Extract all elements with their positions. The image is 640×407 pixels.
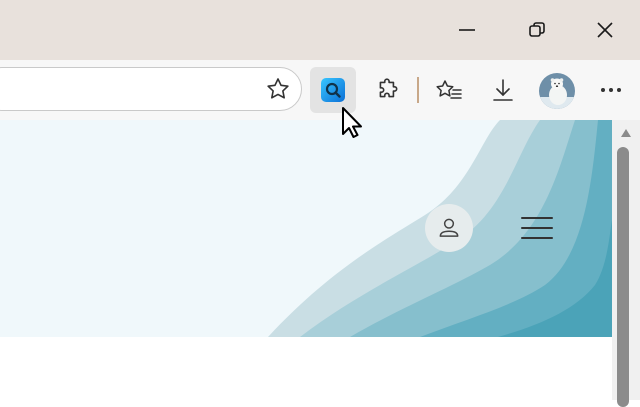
downloads-button[interactable]	[480, 67, 526, 113]
favorites-button[interactable]	[426, 67, 472, 113]
account-button[interactable]	[425, 204, 473, 252]
extensions-button[interactable]	[365, 67, 411, 113]
hamburger-menu-icon	[521, 217, 553, 239]
restore-icon	[529, 22, 545, 37]
polar-bear-avatar-icon	[539, 73, 575, 109]
account-icon	[439, 218, 459, 237]
scrollbar-thumb[interactable]	[617, 147, 629, 407]
scroll-up-button[interactable]	[618, 126, 634, 140]
browser-toolbar	[0, 60, 640, 120]
extensions-icon	[379, 78, 398, 98]
download-icon	[493, 79, 513, 101]
page-content	[0, 120, 612, 400]
star-icon	[267, 78, 289, 99]
address-bar[interactable]	[0, 67, 302, 111]
hamburger-menu-button[interactable]	[516, 210, 558, 246]
title-bar	[0, 0, 640, 60]
vertical-scrollbar[interactable]	[612, 120, 640, 407]
add-favorite-button[interactable]	[262, 73, 294, 105]
mouse-cursor-icon	[342, 107, 362, 138]
more-button[interactable]	[588, 67, 634, 113]
favorites-icon	[436, 80, 462, 99]
restore-button[interactable]	[502, 0, 572, 60]
toolbar-separator	[417, 77, 419, 103]
visual-search-icon	[321, 78, 345, 102]
minimize-button[interactable]	[432, 0, 502, 60]
more-icon	[601, 88, 621, 92]
scroll-up-arrow-icon	[621, 129, 631, 137]
profile-avatar[interactable]	[539, 73, 575, 109]
close-button[interactable]	[570, 0, 640, 60]
close-icon	[597, 22, 613, 38]
minimize-icon	[459, 29, 475, 31]
